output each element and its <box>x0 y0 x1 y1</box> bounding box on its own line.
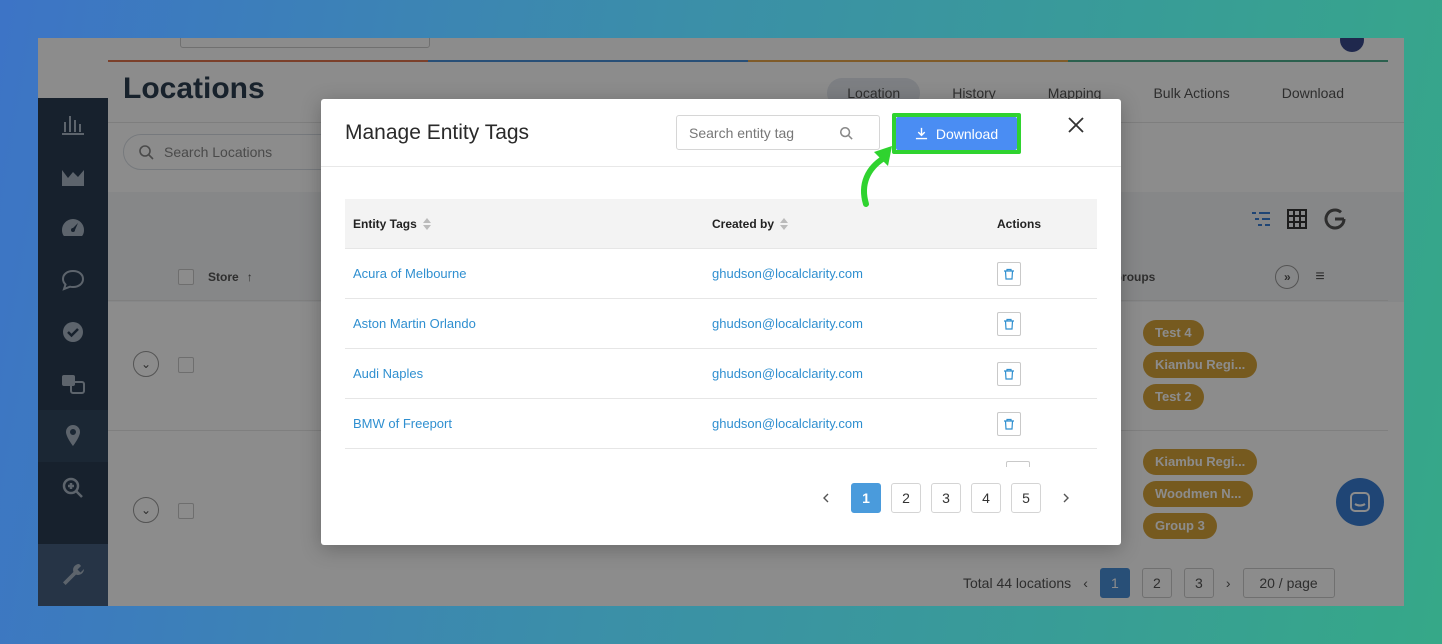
close-icon[interactable] <box>1066 115 1086 135</box>
trash-icon <box>1004 368 1014 380</box>
entity-tags-header-label: Entity Tags <box>353 216 417 231</box>
trash-icon <box>1004 268 1014 280</box>
page-button-2[interactable]: 2 <box>891 483 921 513</box>
table-row: Aston Martin Orlando ghudson@localclarit… <box>345 299 1097 349</box>
entity-tag-link[interactable]: Acura of Melbourne <box>353 266 466 281</box>
entity-tags-table-header: Entity Tags Created by Actions <box>345 199 1097 249</box>
sort-icon[interactable] <box>780 217 789 230</box>
created-by-link[interactable]: ghudson@localclarity.com <box>712 416 863 431</box>
page-button-1[interactable]: 1 <box>851 483 881 513</box>
created-by-column[interactable]: Created by <box>712 217 997 231</box>
entity-tags-column[interactable]: Entity Tags <box>345 217 712 231</box>
delete-button[interactable] <box>997 261 1021 286</box>
pointer-arrow-icon <box>861 146 892 207</box>
table-row: BMW of Freeport ghudson@localclarity.com <box>345 399 1097 449</box>
delete-button[interactable] <box>997 411 1021 436</box>
entity-tag-link[interactable]: Aston Martin Orlando <box>353 316 476 331</box>
page-button-3[interactable]: 3 <box>931 483 961 513</box>
trash-icon <box>1004 318 1014 330</box>
download-icon <box>915 127 927 140</box>
created-by-link[interactable]: ghudson@localclarity.com <box>712 366 863 381</box>
table-row: Acura of Melbourne ghudson@localclarity.… <box>345 249 1097 299</box>
entity-tag-link[interactable]: BMW of Freeport <box>353 416 452 431</box>
sort-icon[interactable] <box>422 217 431 230</box>
entity-tags-pagination: 1 2 3 4 5 <box>811 483 1081 513</box>
modal-divider <box>321 166 1121 167</box>
actions-column-header: Actions <box>997 216 1042 231</box>
modal-title: Manage Entity Tags <box>345 121 530 144</box>
created-by-header-label: Created by <box>712 216 775 231</box>
delete-button[interactable] <box>1006 461 1030 467</box>
next-page-icon[interactable] <box>1051 483 1081 513</box>
page-button-5[interactable]: 5 <box>1011 483 1041 513</box>
trash-icon <box>1004 418 1014 430</box>
manage-entity-tags-modal: Manage Entity Tags Download Entity Tags … <box>321 99 1121 545</box>
entity-tag-search-input[interactable] <box>689 124 839 141</box>
download-button-label: Download <box>935 125 999 142</box>
page-button-4[interactable]: 4 <box>971 483 1001 513</box>
created-by-link[interactable]: ghudson@localclarity.com <box>712 316 863 331</box>
delete-button[interactable] <box>997 361 1021 386</box>
entity-tag-link[interactable]: Audi Naples <box>353 366 423 381</box>
entity-tags-table: Entity Tags Created by Actions Acura of … <box>345 199 1097 467</box>
search-icon[interactable] <box>839 126 853 140</box>
delete-button[interactable] <box>997 311 1021 336</box>
prev-page-icon[interactable] <box>811 483 841 513</box>
entity-tag-search <box>676 115 880 150</box>
download-button[interactable]: Download <box>896 117 1017 150</box>
table-row-partial <box>345 449 1097 467</box>
created-by-link[interactable]: ghudson@localclarity.com <box>712 266 863 281</box>
table-row: Audi Naples ghudson@localclarity.com <box>345 349 1097 399</box>
